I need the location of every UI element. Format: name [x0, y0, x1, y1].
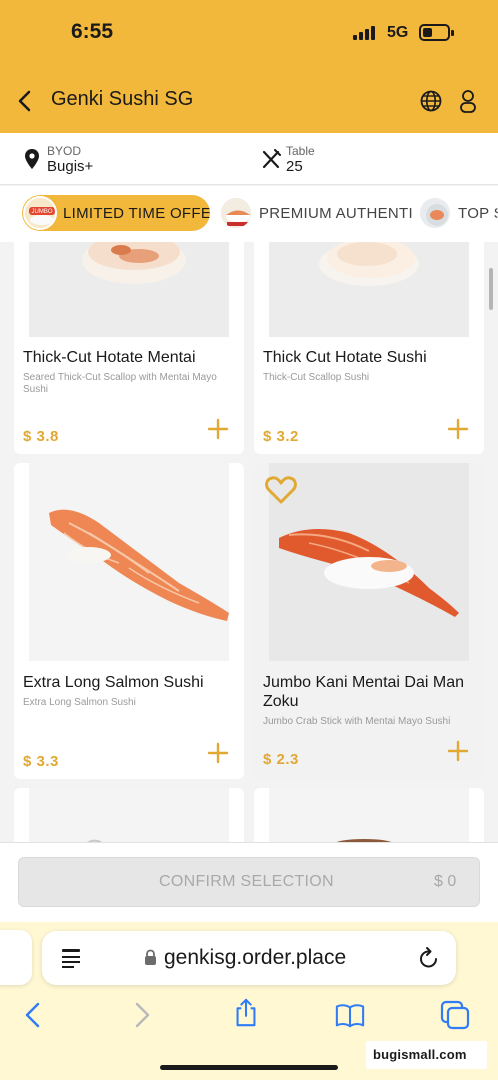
product-image [269, 463, 469, 661]
reload-icon[interactable] [418, 946, 440, 970]
product-description: Thick-Cut Scallop Sushi [263, 372, 370, 383]
product-description: Seared Thick-Cut Scallop with Mentai May… [23, 372, 217, 395]
add-icon[interactable] [207, 742, 229, 764]
product-card[interactable] [254, 788, 484, 842]
battery-icon [419, 24, 454, 41]
product-card[interactable]: Thick Cut Hotate Sushi Thick-Cut Scallop… [254, 242, 484, 454]
watermark-text: bugismall.com [373, 1047, 467, 1062]
tab-premium-authentic[interactable]: PREMIUM AUTHENTIC [218, 195, 412, 231]
page-title: Genki Sushi SG [51, 88, 194, 110]
product-name: Thick Cut Hotate Sushi [263, 349, 427, 366]
product-price: $ 3.3 [23, 753, 59, 770]
tab-label: LIMITED TIME OFFER [63, 204, 210, 222]
product-name: Thick-Cut Hotate Mentai [23, 349, 196, 366]
bookmarks-icon[interactable] [335, 1000, 365, 1030]
product-grid: Thick-Cut Hotate Mentai Seared Thick-Cut… [0, 242, 498, 842]
product-image [29, 463, 229, 661]
reader-icon[interactable] [61, 947, 81, 969]
product-image [269, 242, 469, 337]
network-label: 5G [387, 24, 409, 41]
product-card[interactable]: Jumbo Kani Mentai Dai Man Zoku Jumbo Cra… [254, 463, 484, 779]
product-description: Jumbo Crab Stick with Mentai Mayo Sushi [263, 716, 451, 727]
table-value: 25 [286, 158, 303, 175]
url-text: genkisg.order.place [164, 946, 347, 969]
product-image [29, 242, 229, 337]
product-name: Jumbo Kani Mentai Dai Man Zoku [263, 674, 464, 710]
tab-thumbnail [418, 196, 452, 230]
watermark: bugismall.com [366, 1041, 487, 1069]
globe-icon[interactable] [419, 89, 443, 113]
product-image [269, 788, 469, 842]
previous-tab-preview[interactable] [0, 930, 32, 985]
back-icon[interactable] [18, 1000, 48, 1030]
share-icon[interactable] [231, 998, 261, 1028]
home-indicator [160, 1065, 338, 1070]
tab-thumbnail [219, 196, 253, 230]
product-card[interactable] [14, 788, 244, 842]
add-icon[interactable] [447, 740, 469, 762]
signal-icon [353, 26, 375, 40]
product-price: $ 3.8 [23, 428, 59, 445]
tab-label: PREMIUM AUTHENTIC [259, 204, 412, 222]
utensils-icon [262, 149, 281, 169]
location-pin-icon [25, 149, 39, 169]
scrollbar[interactable] [489, 268, 493, 310]
status-time: 6:55 [71, 20, 114, 43]
product-price: $ 2.3 [263, 751, 299, 768]
tabs-icon[interactable] [440, 1000, 470, 1030]
add-icon[interactable] [207, 418, 229, 440]
location-label: BYOD [47, 144, 82, 158]
location-value: Bugis+ [47, 158, 94, 175]
cart-total: $ 0 [434, 873, 457, 890]
forward-icon[interactable] [127, 1000, 157, 1030]
user-icon[interactable] [456, 88, 480, 114]
product-name: Extra Long Salmon Sushi [23, 674, 204, 691]
favorite-heart-icon[interactable] [264, 475, 298, 505]
tab-top-s[interactable]: TOP S [417, 195, 498, 231]
add-icon[interactable] [447, 418, 469, 440]
back-arrow-icon[interactable] [14, 86, 36, 116]
tab-limited-time-offer[interactable]: JUMBO LIMITED TIME OFFER [22, 195, 210, 231]
lock-icon [145, 949, 156, 965]
table-label: Table [286, 144, 315, 158]
product-price: $ 3.2 [263, 428, 299, 445]
confirm-selection-label: CONFIRM SELECTION [159, 873, 334, 890]
product-image [29, 788, 229, 842]
svg-text:JUMBO: JUMBO [32, 209, 53, 215]
tab-label: TOP S [458, 204, 498, 222]
tab-thumbnail: JUMBO [23, 196, 57, 230]
product-card[interactable]: Thick-Cut Hotate Mentai Seared Thick-Cut… [14, 242, 244, 454]
product-description: Extra Long Salmon Sushi [23, 697, 136, 708]
product-card[interactable]: Extra Long Salmon Sushi Extra Long Salmo… [14, 463, 244, 779]
